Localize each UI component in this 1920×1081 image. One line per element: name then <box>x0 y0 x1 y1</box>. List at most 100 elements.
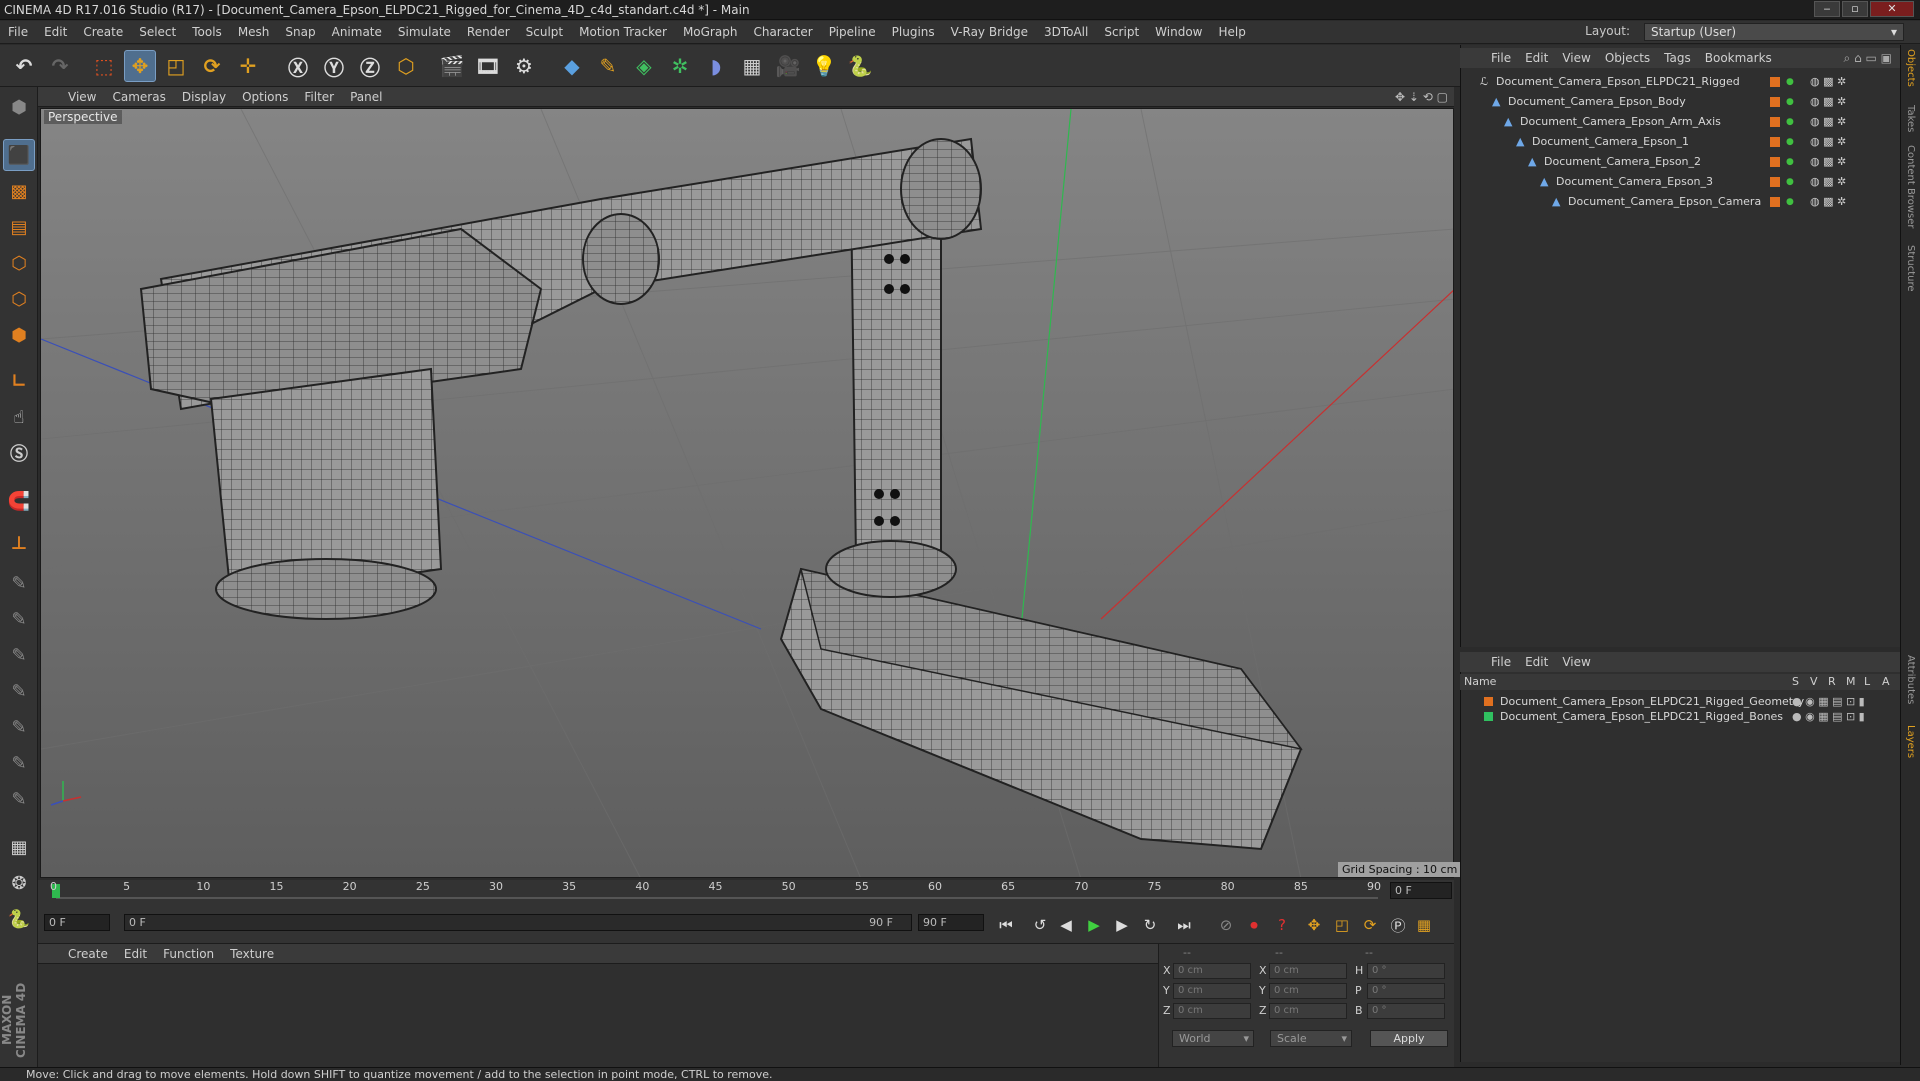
visibility-dot-icon[interactable]: ● <box>1786 72 1794 92</box>
menu-file[interactable]: File <box>0 21 36 44</box>
maximize-button[interactable]: ▫ <box>1842 1 1868 17</box>
coord-size-z-field[interactable]: 0 cm <box>1269 1003 1347 1019</box>
coordinate-space-dropdown[interactable]: World ▾ <box>1172 1030 1254 1047</box>
layer-row[interactable]: Document_Camera_Epson_ELPDC21_Rigged_Bon… <box>1460 709 1900 724</box>
viewport-menu-cameras[interactable]: Cameras <box>104 90 173 104</box>
menu-create[interactable]: Create <box>75 21 131 44</box>
next-frame-icon[interactable]: ▶ <box>1110 913 1134 937</box>
coord-rot-h-field[interactable]: 0 ° <box>1367 963 1445 979</box>
layer-color-swatch[interactable] <box>1770 157 1780 167</box>
render-picture-viewer-icon[interactable]: 🎞 <box>472 50 504 82</box>
viewport-menu-display[interactable]: Display <box>174 90 234 104</box>
viewport-menu-view[interactable]: View <box>60 90 104 104</box>
layer-toggle-icons[interactable]: ● ◉ ▦ ▤ ⊡ ▮ <box>1792 694 1865 709</box>
coord-pos-z-field[interactable]: 0 cm <box>1173 1003 1251 1019</box>
material-menu-edit[interactable]: Edit <box>116 947 155 961</box>
layers-menu-view[interactable]: View <box>1555 655 1597 669</box>
auto-key-icon[interactable]: ? <box>1270 913 1294 937</box>
tab-layers[interactable]: Layers <box>1905 725 1916 758</box>
floor-icon[interactable]: ▦ <box>736 50 768 82</box>
layers-menu-edit[interactable]: Edit <box>1518 655 1555 669</box>
extrude-tool-icon[interactable]: ✎ <box>3 711 35 743</box>
object-tags-icon[interactable]: ◍ ▩ ✲ <box>1810 112 1846 132</box>
object-row[interactable]: ▲ Document_Camera_Epson_1 ● ◍ ▩ ✲ <box>1460 132 1900 152</box>
object-tags-icon[interactable]: ◍ ▩ ✲ <box>1810 132 1846 152</box>
object-row[interactable]: ▲ Document_Camera_Epson_Arm_Axis ● ◍ ▩ ✲ <box>1460 112 1900 132</box>
objects-menu-tags[interactable]: Tags <box>1657 51 1698 65</box>
menu-plugins[interactable]: Plugins <box>884 21 943 44</box>
deformer-icon[interactable]: ◗ <box>700 50 732 82</box>
coord-rot-p-field[interactable]: 0 ° <box>1367 983 1445 999</box>
objects-menu-view[interactable]: View <box>1555 51 1597 65</box>
go-to-start-icon[interactable]: ⏮ <box>994 913 1018 937</box>
transform-icon[interactable]: ✛ <box>232 50 264 82</box>
x-axis-lock-icon[interactable]: Ⓧ <box>282 50 314 82</box>
render-settings-icon[interactable]: ⚙ <box>508 50 540 82</box>
model-mode-icon[interactable]: ⬛ <box>3 139 35 171</box>
workplane-icon[interactable]: ⊥ <box>3 527 35 559</box>
python-script-icon[interactable]: 🐍 <box>3 903 35 935</box>
mograph-cloner-icon[interactable]: ✲ <box>664 50 696 82</box>
material-menu-function[interactable]: Function <box>155 947 222 961</box>
y-axis-lock-icon[interactable]: Ⓨ <box>318 50 350 82</box>
snap-icon[interactable]: Ⓢ <box>3 437 35 469</box>
spline-pen-icon[interactable]: ✎ <box>592 50 624 82</box>
layer-color-swatch[interactable] <box>1770 197 1780 207</box>
apply-button[interactable]: Apply <box>1370 1030 1448 1047</box>
redo-icon[interactable]: ↷ <box>44 50 76 82</box>
animation-layer-icon[interactable]: ❂ <box>3 867 35 899</box>
play-icon[interactable]: ▶ <box>1082 913 1106 937</box>
menu-character[interactable]: Character <box>745 21 820 44</box>
polygons-mode-icon[interactable]: ⬢ <box>3 319 35 351</box>
layer-color-swatch[interactable] <box>1484 712 1493 721</box>
object-tags-icon[interactable]: ◍ ▩ ✲ <box>1810 152 1846 172</box>
tab-objects[interactable]: Objects <box>1905 49 1916 87</box>
object-row[interactable]: ▲ Document_Camera_Epson_3 ● ◍ ▩ ✲ <box>1460 172 1900 192</box>
object-tags-icon[interactable]: ◍ ▩ ✲ <box>1810 172 1846 192</box>
material-manager-area[interactable] <box>38 964 1158 1067</box>
coordinate-system-icon[interactable]: ⬡ <box>390 50 422 82</box>
object-row[interactable]: ▲ Document_Camera_Epson_Camera ● ◍ ▩ ✲ <box>1460 192 1900 212</box>
key-position-icon[interactable]: ✥ <box>1302 913 1326 937</box>
end-frame-field[interactable]: 90 F <box>918 914 984 931</box>
menu-pipeline[interactable]: Pipeline <box>821 21 884 44</box>
live-selection-icon[interactable]: ⬚ <box>88 50 120 82</box>
light-icon[interactable]: 💡 <box>808 50 840 82</box>
current-frame-field[interactable]: 0 F <box>1390 882 1452 899</box>
tab-content-browser[interactable]: Content Browser <box>1905 145 1916 228</box>
object-tags-icon[interactable]: ◍ ▩ ✲ <box>1810 92 1846 112</box>
material-menu-texture[interactable]: Texture <box>222 947 282 961</box>
menu-mograph[interactable]: MoGraph <box>675 21 746 44</box>
menu-motion-tracker[interactable]: Motion Tracker <box>571 21 675 44</box>
axis-mode-icon[interactable]: ∟ <box>3 365 35 397</box>
rotate-icon[interactable]: ⟳ <box>196 50 228 82</box>
visibility-dot-icon[interactable]: ● <box>1786 132 1794 152</box>
menu-window[interactable]: Window <box>1147 21 1210 44</box>
viewport-nav-icons[interactable]: ✥ ⇣ ⟲ ▢ <box>1395 90 1448 104</box>
visibility-dot-icon[interactable]: ● <box>1786 172 1794 192</box>
layer-color-swatch[interactable] <box>1770 77 1780 87</box>
cube-primitive-icon[interactable]: ◆ <box>556 50 588 82</box>
render-view-icon[interactable]: 🎬 <box>436 50 468 82</box>
scale-icon[interactable]: ◰ <box>160 50 192 82</box>
camera-icon[interactable]: 🎥 <box>772 50 804 82</box>
objects-menu-objects[interactable]: Objects <box>1598 51 1657 65</box>
key-pla-icon[interactable]: ▦ <box>1412 913 1436 937</box>
viewport-menu-filter[interactable]: Filter <box>296 90 342 104</box>
paint-tool-icon[interactable]: ✎ <box>3 603 35 635</box>
edges-mode-icon[interactable]: ⬡ <box>3 283 35 315</box>
coordinate-mode-dropdown[interactable]: Scale ▾ <box>1270 1030 1352 1047</box>
object-row[interactable]: ℒ Document_Camera_Epson_ELPDC21_Rigged ● ◍ … <box>1460 72 1900 92</box>
texture-mode-icon[interactable]: ▩ <box>3 175 35 207</box>
menu-sculpt[interactable]: Sculpt <box>518 21 571 44</box>
layer-row[interactable]: Document_Camera_Epson_ELPDC21_Rigged_Geo… <box>1460 694 1900 709</box>
preview-range-slider[interactable]: 0 F 90 F <box>124 914 912 931</box>
magnet-icon[interactable]: 🧲 <box>3 485 35 517</box>
object-tags-icon[interactable]: ◍ ▩ ✲ <box>1810 72 1846 92</box>
menu-edit[interactable]: Edit <box>36 21 75 44</box>
layer-color-swatch[interactable] <box>1770 117 1780 127</box>
key-rotation-icon[interactable]: ⟳ <box>1358 913 1382 937</box>
minimize-button[interactable]: ‒ <box>1814 1 1840 17</box>
tab-attributes[interactable]: Attributes <box>1905 655 1916 704</box>
key-parameter-icon[interactable]: Ⓟ <box>1386 913 1410 937</box>
